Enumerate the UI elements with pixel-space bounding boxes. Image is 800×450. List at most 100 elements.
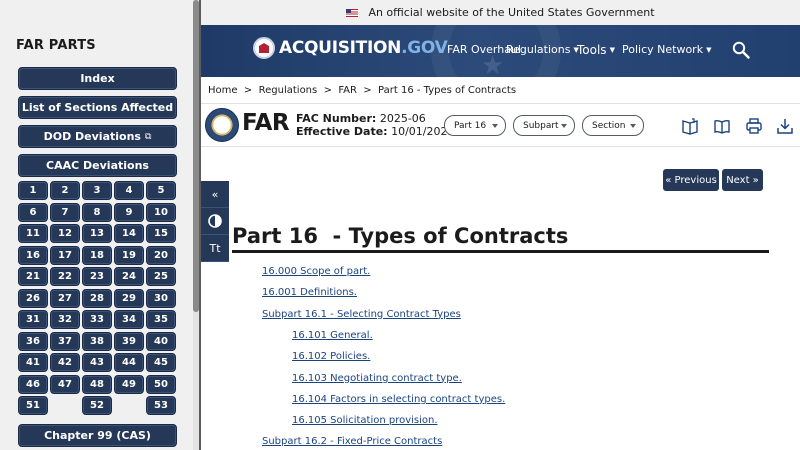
far-part-30-button[interactable]: 30 [146, 288, 176, 308]
dod-deviations-label: DOD Deviations [43, 130, 141, 143]
far-part-32-button[interactable]: 32 [50, 310, 80, 329]
breadcrumb-separator: > [317, 85, 339, 96]
far-part-13-button[interactable]: 13 [82, 224, 112, 243]
far-part-21-button[interactable]: 21 [18, 267, 48, 286]
breadcrumb-separator: > [237, 85, 259, 96]
far-part-40-button[interactable]: 40 [146, 331, 176, 351]
far-part-20-button[interactable]: 20 [146, 245, 176, 265]
far-part-25-button[interactable]: 25 [146, 267, 176, 286]
section-select[interactable]: Section [582, 115, 644, 136]
far-part-26-button[interactable]: 26 [18, 288, 48, 308]
toc-link[interactable]: 16.101 General. [292, 330, 373, 341]
heading-underline [232, 250, 769, 253]
page-title: Part 16 - Types of Contracts [232, 224, 569, 248]
far-part-41-button[interactable]: 41 [18, 353, 48, 372]
print-icon[interactable] [745, 117, 763, 135]
far-part-37-button[interactable]: 37 [50, 331, 80, 351]
far-part-9-button[interactable]: 9 [114, 202, 144, 222]
far-part-15-button[interactable]: 15 [146, 224, 176, 243]
dod-deviations-button[interactable]: DOD Deviations ⧉ [18, 125, 177, 148]
far-part-52-button[interactable]: 52 [82, 396, 112, 415]
far-part-49-button[interactable]: 49 [114, 374, 144, 394]
far-part-6-button[interactable]: 6 [18, 202, 48, 222]
toc-link[interactable]: Subpart 16.2 - Fixed-Price Contracts [262, 436, 442, 447]
far-part-2-button[interactable]: 2 [50, 181, 80, 200]
breadcrumb-far[interactable]: FAR [338, 85, 357, 96]
text-size-button[interactable]: Tt [201, 235, 229, 262]
far-part-18-button[interactable]: 18 [82, 245, 112, 265]
far-part-22-button[interactable]: 22 [50, 267, 80, 286]
far-part-7-button[interactable]: 7 [50, 202, 80, 222]
far-part-27-button[interactable]: 27 [50, 288, 80, 308]
far-title: FAR [242, 110, 290, 136]
far-part-34-button[interactable]: 34 [114, 310, 144, 329]
far-part-39-button[interactable]: 39 [114, 331, 144, 351]
far-part-36-button[interactable]: 36 [18, 331, 48, 351]
far-part-53-button[interactable]: 53 [146, 396, 176, 415]
far-part-11-button[interactable]: 11 [18, 224, 48, 243]
fac-info: FAC Number: 2025-06 Effective Date: 10/0… [296, 112, 454, 138]
part-select[interactable]: Part 16 [444, 115, 506, 136]
far-part-43-button[interactable]: 43 [82, 353, 112, 372]
collapse-sidebar-button[interactable]: « [201, 181, 229, 208]
far-part-38-button[interactable]: 38 [82, 331, 112, 351]
far-part-3-button[interactable]: 3 [82, 181, 112, 200]
far-part-4-button[interactable]: 4 [114, 181, 144, 200]
far-part-16-button[interactable]: 16 [18, 245, 48, 265]
caret-down-icon: ▼ [706, 45, 712, 54]
far-part-51-button[interactable]: 51 [18, 396, 48, 415]
subpart-select[interactable]: Subpart [513, 115, 575, 136]
book-icon[interactable] [713, 117, 731, 135]
subpart-select-value: Subpart [523, 120, 559, 131]
far-part-1-button[interactable]: 1 [18, 181, 48, 200]
far-part-24-button[interactable]: 24 [114, 267, 144, 286]
far-part-35-button[interactable]: 35 [146, 310, 176, 329]
far-part-14-button[interactable]: 14 [114, 224, 144, 243]
far-part-46-button[interactable]: 46 [18, 374, 48, 394]
far-part-23-button[interactable]: 23 [82, 267, 112, 286]
far-part-48-button[interactable]: 48 [82, 374, 112, 394]
book-open-icon[interactable] [681, 117, 699, 135]
far-part-50-button[interactable]: 50 [146, 374, 176, 394]
caac-deviations-button[interactable]: CAAC Deviations [18, 154, 177, 177]
far-part-12-button[interactable]: 12 [50, 224, 80, 243]
far-part-28-button[interactable]: 28 [82, 288, 112, 308]
toc-link[interactable]: 16.000 Scope of part. [262, 266, 370, 277]
index-button[interactable]: Index [18, 67, 177, 90]
toc-link[interactable]: Subpart 16.1 - Selecting Contract Types [262, 309, 461, 320]
gov-banner: An official website of the United States… [201, 0, 800, 25]
sections-affected-button[interactable]: List of Sections Affected [18, 96, 177, 119]
download-icon[interactable] [776, 117, 794, 135]
far-part-10-button[interactable]: 10 [146, 202, 176, 222]
toc-link[interactable]: 16.104 Factors in selecting contract typ… [292, 394, 505, 405]
chapter-99-button[interactable]: Chapter 99 (CAS) [18, 424, 177, 447]
search-icon[interactable] [732, 41, 750, 59]
acquisition-logo[interactable]: ACQUISITION.GOV [253, 37, 448, 59]
breadcrumb-separator: > [356, 85, 379, 96]
toc-link[interactable]: 16.102 Policies. [292, 351, 370, 362]
far-seal-logo [205, 108, 239, 142]
brand-main: ACQUISITION [279, 38, 402, 58]
far-part-17-button[interactable]: 17 [50, 245, 80, 265]
toc-link[interactable]: 16.105 Solicitation provision. [292, 415, 438, 426]
breadcrumb-home[interactable]: Home [208, 85, 238, 96]
nav-tools[interactable]: Tools ▼ [577, 43, 615, 57]
far-part-33-button[interactable]: 33 [82, 310, 112, 329]
far-part-8-button[interactable]: 8 [82, 202, 112, 222]
breadcrumb-regulations[interactable]: Regulations [259, 85, 318, 96]
toc-link[interactable]: 16.103 Negotiating contract type. [292, 373, 462, 384]
contrast-toggle-button[interactable] [201, 208, 229, 235]
toc-link[interactable]: 16.001 Definitions. [262, 287, 357, 298]
nav-regulations[interactable]: Regulations ▼ [506, 43, 579, 56]
nav-policy-network[interactable]: Policy Network ▼ [622, 43, 711, 56]
far-part-31-button[interactable]: 31 [18, 310, 48, 329]
far-part-47-button[interactable]: 47 [50, 374, 80, 394]
next-button[interactable]: Next » [722, 169, 763, 191]
previous-button[interactable]: « Previous [663, 169, 719, 191]
far-part-42-button[interactable]: 42 [50, 353, 80, 372]
far-part-45-button[interactable]: 45 [146, 353, 176, 372]
far-part-19-button[interactable]: 19 [114, 245, 144, 265]
far-part-29-button[interactable]: 29 [114, 288, 144, 308]
far-part-5-button[interactable]: 5 [146, 181, 176, 200]
far-part-44-button[interactable]: 44 [114, 353, 144, 372]
